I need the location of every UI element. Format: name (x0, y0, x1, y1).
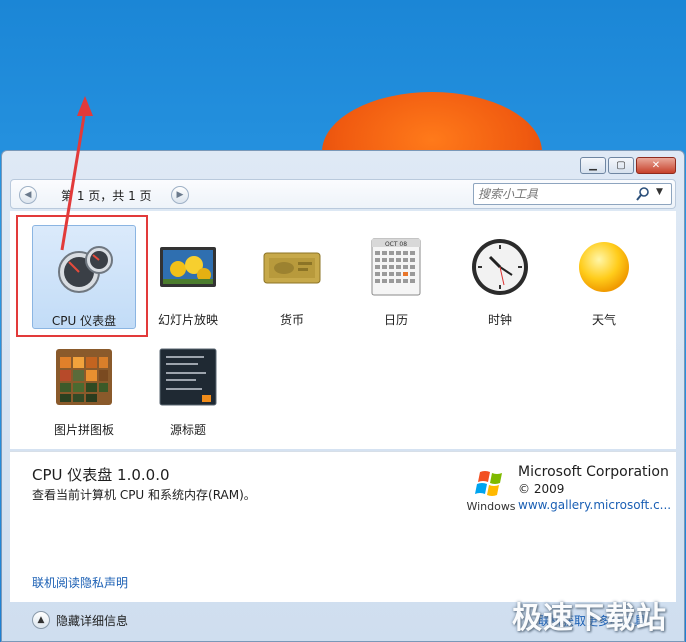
search-box[interactable]: ▼ (473, 183, 672, 205)
gadget-tile-clock[interactable]: 时钟 (448, 225, 552, 329)
calendar-icon: OCT 08 (371, 238, 421, 296)
chevron-right-icon: ▶ (176, 190, 184, 200)
gadget-details-pane: CPU 仪表盘 1.0.0.0 查看当前计算机 CPU 和系统内存(RAM)。 … (10, 451, 676, 602)
gadget-tile-weather[interactable]: 天气 (552, 225, 656, 329)
gadget-label: 图片拼图板 (53, 423, 114, 437)
gadgets-toolbar: ◀ 第 1 页，共 1 页 ▶ ▼ (10, 179, 676, 209)
gadget-tile-currency[interactable]: 货币 (240, 225, 344, 329)
gadget-tile-feed-headlines[interactable]: 源标题 (136, 335, 240, 439)
minimize-button[interactable]: ▁ (580, 157, 606, 174)
gadget-label: 源标题 (169, 423, 206, 437)
gadget-title: CPU 仪表盘 1.0.0.0 (32, 466, 170, 484)
copyright-text: © 2009 (518, 482, 565, 496)
search-input[interactable] (478, 186, 628, 202)
close-button[interactable]: ✕ (636, 157, 676, 174)
slideshow-icon (160, 247, 216, 287)
gadget-description: 查看当前计算机 CPU 和系统内存(RAM)。 (32, 488, 256, 502)
gadgets-window: ▁ ▢ ✕ ◀ 第 1 页，共 1 页 ▶ ▼ CPU (1, 150, 685, 642)
picture-puzzle-icon (56, 349, 112, 405)
clock-icon (472, 239, 528, 295)
gadget-tile-slideshow[interactable]: 幻灯片放映 (136, 225, 240, 329)
publisher-name: Microsoft Corporation (518, 464, 669, 480)
gadget-tile-picture-puzzle[interactable]: 图片拼图板 (32, 335, 136, 439)
search-icon[interactable] (636, 186, 650, 202)
calendar-month-text: OCT 08 (385, 241, 407, 248)
next-page-button[interactable]: ▶ (171, 186, 189, 204)
privacy-link[interactable]: 联机阅读隐私声明 (32, 574, 128, 591)
hide-details-label[interactable]: 隐藏详细信息 (56, 612, 128, 629)
currency-icon (263, 252, 321, 284)
publisher-link[interactable]: www.gallery.microsoft.c... (518, 498, 671, 512)
weather-icon (579, 242, 629, 292)
site-watermark: 极速下载站 (512, 601, 667, 636)
chevron-left-icon: ◀ (24, 190, 32, 200)
gadget-label: 日历 (383, 313, 408, 327)
gadget-label: 时钟 (487, 313, 512, 327)
selection-highlight-box (16, 215, 148, 337)
windows-logo-text: Windows (466, 500, 515, 513)
gadget-label: 天气 (591, 313, 616, 327)
gadget-label: 幻灯片放映 (157, 313, 218, 327)
feed-headlines-icon (159, 348, 217, 406)
search-dropdown-icon[interactable]: ▼ (656, 187, 663, 197)
page-indicator: 第 1 页，共 1 页 (61, 189, 152, 203)
chevron-up-icon: ▲ (37, 615, 45, 625)
windows-logo-icon: Windows (466, 471, 516, 513)
gadget-label: 货币 (279, 313, 304, 327)
prev-page-button[interactable]: ◀ (19, 186, 37, 204)
maximize-button[interactable]: ▢ (608, 157, 634, 174)
window-caption-buttons: ▁ ▢ ✕ (580, 157, 676, 174)
gadget-tile-calendar[interactable]: OCT 08 日历 (344, 225, 448, 329)
hide-details-button[interactable]: ▲ (32, 611, 50, 629)
